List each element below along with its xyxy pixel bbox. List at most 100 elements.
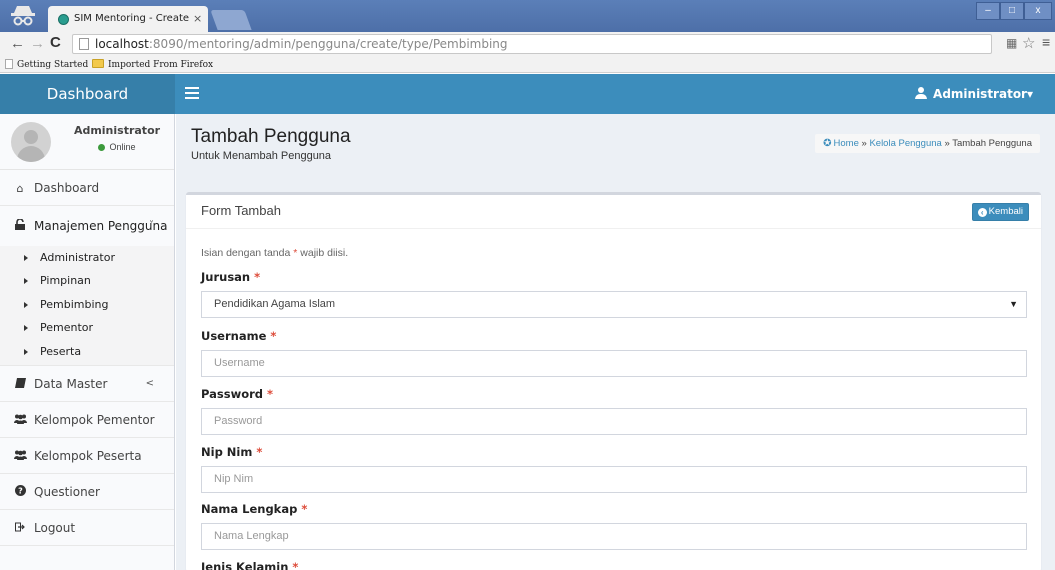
avatar	[11, 122, 51, 162]
unlock-icon	[14, 207, 26, 247]
url-path: :8090/mentoring/admin/pengguna/create/ty…	[148, 37, 508, 51]
password-label: Password *	[201, 387, 273, 401]
user-icon	[915, 87, 928, 99]
top-navbar: Administrator▾	[175, 74, 1055, 114]
sidebar-item-label: Manajemen Pengguna	[34, 219, 168, 233]
sidebar-toggle-icon[interactable]	[185, 87, 199, 99]
sidebar-item-data-master[interactable]: Data Master <	[0, 366, 174, 402]
app-brand[interactable]: Dashboard	[0, 74, 175, 114]
new-tab-button[interactable]	[210, 10, 252, 30]
label-text: Jurusan	[201, 270, 251, 284]
browser-toolbar: ← → C localhost:8090/mentoring/admin/pen…	[0, 32, 1055, 56]
nama-lengkap-input[interactable]: Nama Lengkap	[201, 523, 1027, 550]
label-text: Jenis Kelamin	[201, 560, 289, 570]
folder-icon	[92, 59, 104, 68]
submenu-item-pementor[interactable]: Pementor	[0, 316, 174, 339]
back-button[interactable]: ‹ Kembali	[971, 203, 1029, 221]
required-star: *	[293, 247, 298, 259]
sidebar-item-manajemen-pengguna[interactable]: Manajemen Pengguna ˅	[0, 206, 174, 246]
page-icon	[5, 59, 13, 69]
bookmark-star-icon[interactable]: ☆	[1022, 34, 1035, 52]
label-text: Nama Lengkap	[201, 502, 298, 516]
user-panel-name: Administrator	[73, 124, 161, 137]
book-icon	[14, 367, 26, 403]
sidebar-item-kelompok-pementor[interactable]: Kelompok Pementor	[0, 402, 174, 438]
address-bar[interactable]: localhost:8090/mentoring/admin/pengguna/…	[72, 34, 992, 54]
sidebar-item-logout[interactable]: Logout	[0, 510, 174, 546]
maximize-button[interactable]: □	[1000, 2, 1024, 20]
incognito-icon	[8, 3, 38, 27]
user-panel: Administrator Online	[0, 114, 174, 170]
required-star: *	[292, 560, 299, 570]
submenu-label: Pembimbing	[40, 297, 109, 311]
user-menu-dropdown[interactable]: Administrator▾	[915, 87, 1033, 101]
forward-arrow-icon[interactable]: →	[30, 35, 45, 52]
required-star: *	[301, 502, 308, 516]
breadcrumb-kelola-pengguna[interactable]: Kelola Pengguna	[869, 138, 941, 149]
form-box-header: Form Tambah ‹ Kembali	[186, 195, 1041, 229]
content-body: Form Tambah ‹ Kembali Isian dengan tanda …	[176, 174, 1055, 570]
tab-title: SIM Mentoring - Create Peng	[74, 13, 190, 24]
svg-text:?: ?	[18, 486, 23, 495]
url-host: localhost	[95, 37, 149, 51]
label-text: Nip Nim	[201, 445, 253, 459]
sidebar-item-label: Logout	[34, 520, 76, 535]
reload-icon[interactable]: C	[50, 34, 61, 51]
hint-text: wajib diisi.	[300, 247, 349, 259]
sidebar-item-label: Questioner	[34, 484, 100, 499]
jurusan-label: Jurusan *	[201, 270, 260, 284]
jurusan-selected-value: Pendidikan Agama Islam	[214, 298, 336, 310]
translate-icon[interactable]: ▦	[1006, 36, 1017, 50]
favicon-icon	[58, 14, 69, 25]
breadcrumb-home[interactable]: Home	[834, 138, 859, 149]
submenu: Administrator Pimpinan Pembimbing Pement…	[0, 246, 174, 366]
sidebar-item-kelompok-peserta[interactable]: Kelompok Peserta	[0, 438, 174, 474]
browser-tab[interactable]: SIM Mentoring - Create Peng ×	[48, 6, 208, 32]
back-arrow-icon[interactable]: ←	[10, 35, 25, 52]
form-box-title: Form Tambah	[201, 203, 281, 218]
group-icon	[14, 403, 27, 439]
browser-menu-icon[interactable]: ≡	[1042, 34, 1050, 50]
question-circle-icon: ?	[14, 475, 26, 511]
content-header: Tambah Pengguna Untuk Menambah Pengguna …	[176, 114, 1055, 174]
password-input[interactable]: Password	[201, 408, 1027, 435]
user-menu-label: Administrator▾	[933, 87, 1033, 101]
jurusan-select[interactable]: Pendidikan Agama Islam ▼	[201, 291, 1027, 318]
required-star: *	[254, 270, 261, 284]
user-status: Online	[62, 142, 172, 152]
browser-titlebar: SIM Mentoring - Create Peng × – □ x	[0, 0, 1055, 32]
sidebar-item-label: Dashboard	[34, 181, 100, 195]
submenu-item-pimpinan[interactable]: Pimpinan	[0, 269, 174, 292]
label-text: Username	[201, 329, 267, 343]
sidebar-item-label: Kelompok Peserta	[34, 448, 142, 463]
home-icon: ⌂	[16, 182, 24, 195]
username-input[interactable]: Username	[201, 350, 1027, 377]
home-icon: ✪	[823, 138, 832, 149]
submenu-label: Pimpinan	[40, 274, 91, 288]
dropdown-arrow-icon: ▼	[1009, 299, 1018, 309]
arrow-circle-left-icon: ‹	[977, 208, 987, 217]
tab-close-icon[interactable]: ×	[193, 12, 202, 25]
page-title: Tambah Pengguna	[191, 126, 351, 147]
close-window-button[interactable]: x	[1024, 2, 1052, 20]
caret-right-icon	[24, 278, 28, 285]
sidebar-item-questioner[interactable]: ? Questioner	[0, 474, 174, 510]
nip-nim-input[interactable]: Nip Nim	[201, 466, 1027, 493]
sidebar-item-dashboard[interactable]: ⌂ Dashboard	[0, 170, 174, 206]
bookmark-getting-started[interactable]: Getting Started	[5, 59, 88, 70]
submenu-item-pembimbing[interactable]: Pembimbing	[0, 293, 174, 316]
minimize-button[interactable]: –	[976, 2, 1000, 20]
submenu-item-administrator[interactable]: Administrator	[0, 246, 174, 269]
form-box: Form Tambah ‹ Kembali Isian dengan tanda …	[186, 192, 1041, 570]
online-dot-icon	[98, 144, 106, 151]
required-star: *	[267, 387, 274, 401]
caret-right-icon	[24, 255, 28, 261]
chevron-left-icon: <	[145, 377, 154, 389]
bookmark-label: Getting Started	[17, 60, 89, 70]
group-icon	[14, 439, 27, 475]
breadcrumb-current: Tambah Pengguna	[952, 138, 1032, 149]
bookmark-imported-folder[interactable]: Imported From Firefox	[92, 59, 213, 70]
submenu-item-peserta[interactable]: Peserta	[0, 340, 174, 363]
required-star: *	[270, 329, 277, 343]
sidebar-item-label: Kelompok Pementor	[34, 412, 155, 427]
